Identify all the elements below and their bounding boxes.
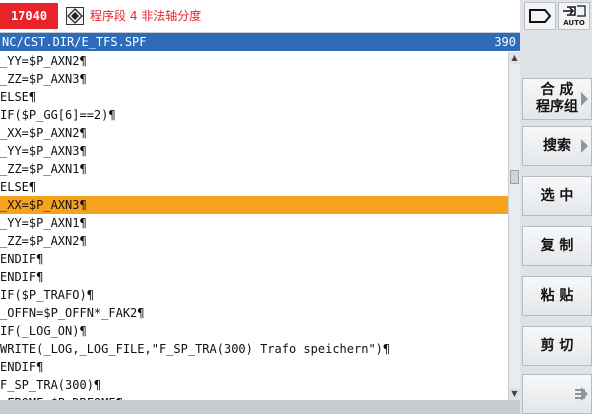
code-line-selected[interactable]: _XX=$P_AXN3¶ [0,196,508,214]
code-line[interactable]: _ZZ=$P_AXN1¶ [0,160,508,178]
compose-blocks-softkey[interactable]: 合 成 程序组 [522,78,592,120]
code-line[interactable]: _OFFN=$P_OFFN*_FAK2¶ [0,304,508,322]
code-line[interactable]: ELSE¶ [0,178,508,196]
code-line[interactable]: _YY=$P_AXN1¶ [0,214,508,232]
top-right-buttons: AUTO [520,0,592,32]
code-line[interactable]: ENDIF¶ [0,358,508,376]
code-line[interactable]: WRITE(_LOG,_LOG_FILE,"F_SP_TRA(300) Traf… [0,340,508,358]
code-line[interactable]: ENDIF¶ [0,250,508,268]
file-header: NC/CST.DIR/E_TFS.SPF 390 [0,33,520,51]
code-line[interactable]: F_SP_TRA(300)¶ [0,376,508,394]
channel-switch-button[interactable] [524,2,556,30]
program-editor[interactable]: _YY=$P_AXN2¶ _ZZ=$P_AXN3¶ ELSE¶ IF($P_GG[6]… [0,52,508,400]
search-arrow-icon [581,139,588,153]
select-label: 选 中 [540,188,574,204]
scroll-down-icon[interactable]: ▼ [509,388,520,400]
editor-scrollbar[interactable]: ▲ ▼ [508,52,520,400]
more-arrow-icon [581,387,588,401]
compose-arrow-icon [581,92,588,106]
auto-mode-icon [563,5,586,17]
reset-alarm-icon[interactable] [66,7,84,25]
code-line[interactable]: _XX=$P_AXN2¶ [0,124,508,142]
paste-softkey[interactable]: 粘 贴 [522,276,592,316]
auto-label: AUTO [563,19,585,27]
status-strip [0,400,520,414]
scroll-thumb[interactable] [510,170,519,184]
code-line[interactable]: _ZZ=$P_AXN3¶ [0,70,508,88]
line-number: 390 [494,35,516,49]
cut-label: 剪 切 [540,338,574,354]
search-label: 搜索 [543,138,571,154]
alarm-message: 程序段 4 非法轴分度 [90,9,202,23]
cut-softkey[interactable]: 剪 切 [522,326,592,366]
scroll-up-icon[interactable]: ▲ [509,52,520,64]
code-line[interactable]: IF(_LOG_ON)¶ [0,322,508,340]
select-softkey[interactable]: 选 中 [522,176,592,216]
code-line[interactable]: _YY=$P_AXN2¶ [0,52,508,70]
code-line[interactable]: _ZZ=$P_AXN2¶ [0,232,508,250]
channel-arrow-icon [529,9,552,23]
code-line[interactable]: ELSE¶ [0,88,508,106]
code-line[interactable]: IF($P_GG[6]==2)¶ [0,106,508,124]
search-softkey[interactable]: 搜索 [522,126,592,166]
copy-softkey[interactable]: 复 制 [522,226,592,266]
code-line[interactable]: ENDIF¶ [0,268,508,286]
paste-label: 粘 贴 [540,288,574,304]
more-softkey[interactable] [522,374,592,414]
copy-label: 复 制 [540,238,574,254]
vertical-softkeys: 合 成 程序组 搜索 选 中 复 制 粘 贴 剪 切 [520,32,592,414]
auto-mode-button[interactable]: AUTO [558,2,590,30]
alarm-number[interactable]: 17040 [0,3,58,29]
alarm-bar: 17040 程序段 4 非法轴分度 [0,0,520,33]
code-line[interactable]: _YY=$P_AXN3¶ [0,142,508,160]
code-line[interactable]: IF($P_TRAFO)¶ [0,286,508,304]
file-path: NC/CST.DIR/E_TFS.SPF [2,35,147,49]
